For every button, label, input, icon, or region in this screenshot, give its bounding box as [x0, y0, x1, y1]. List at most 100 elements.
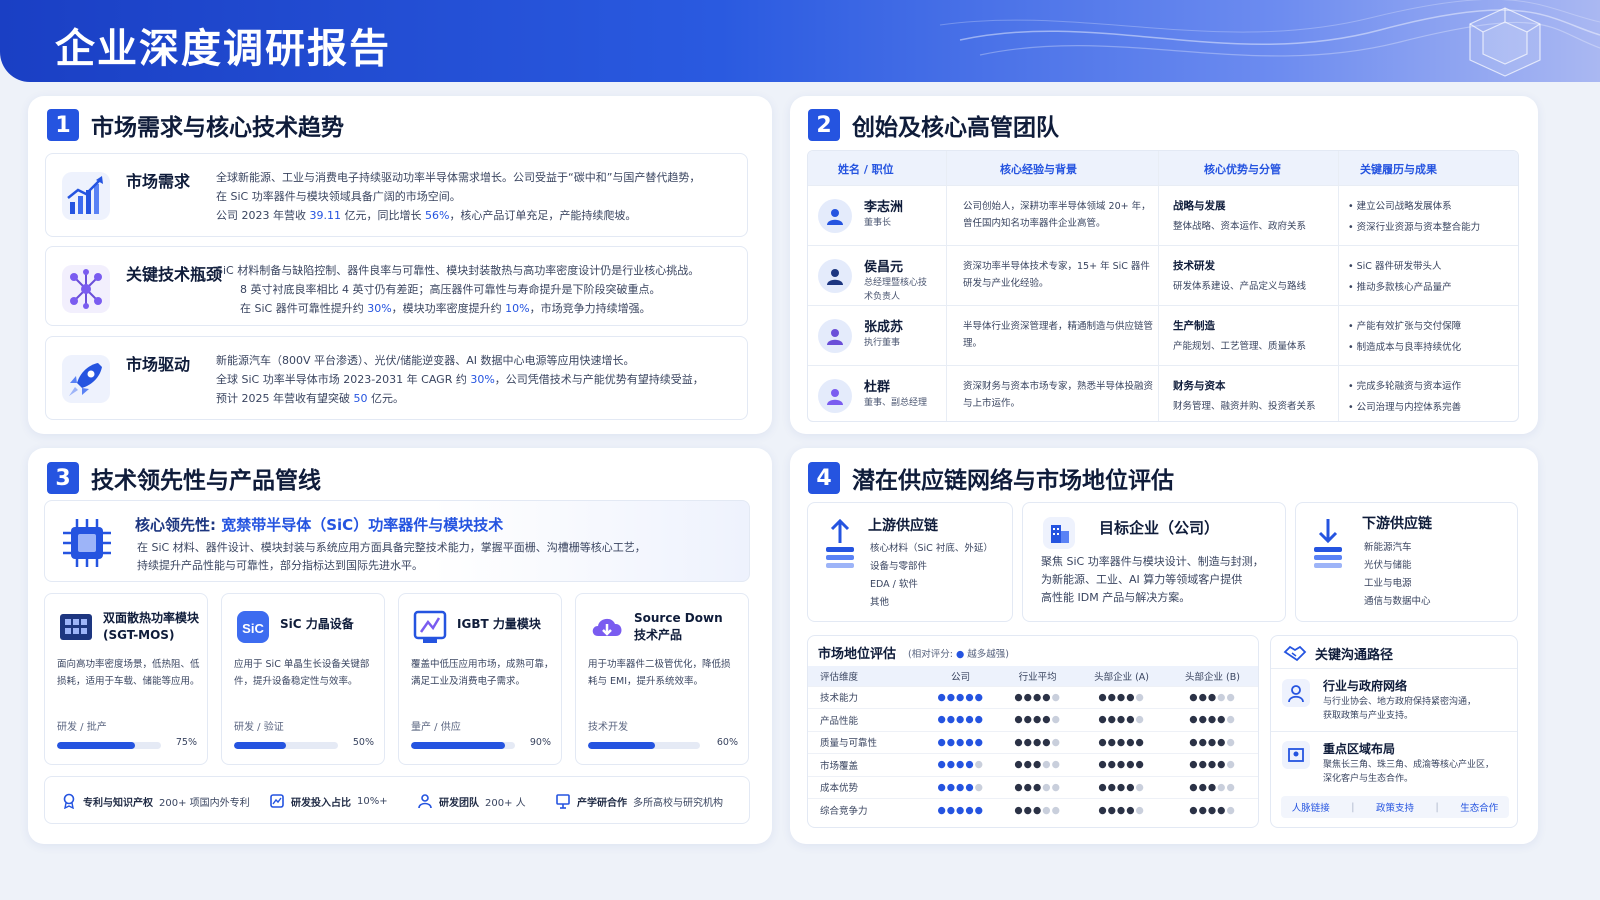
- avatar: [818, 379, 852, 413]
- building-icon: [1043, 517, 1075, 549]
- team-table: 姓名 / 职位 核心经验与背景 核心优势与分管 关键履历与成果 李志洲 董事长 …: [807, 150, 1519, 422]
- market-drivers-title: 市场驱动: [126, 355, 191, 374]
- member-strength: 生产制造 产能规划、工艺管理、质量体系: [1173, 318, 1343, 355]
- desc-line: 全球 SiC 功率半导体市场 2023-2031 年 CAGR 约 30%，公司…: [216, 373, 704, 386]
- team-row: 侯昌元 总经理暨核心技术负责人 资深功率半导体技术专家，15+ 年 SiC 器件…: [808, 245, 1518, 304]
- downstream-item: 光伏与储能: [1364, 560, 1412, 571]
- member-background: 资深功率半导体技术专家，15+ 年 SiC 器件研发与产业化经验。: [963, 261, 1150, 289]
- product-stage: 量产 / 供应: [411, 722, 461, 733]
- rd-stats-bar: 专利与知识产权 200+ 项国内外专利 研发投入占比 10%+ 研发团队 200+ 人…: [44, 776, 750, 824]
- invest-icon: [270, 794, 284, 808]
- score-dots: ●●●●●: [1167, 753, 1258, 776]
- member-milestones: • 建立公司战略发展体系 • 资深行业资源与资本整合能力: [1348, 196, 1518, 238]
- stat-value: 200+ 人: [485, 797, 526, 809]
- product-name: 双面散热功率模块 (SGT-MOS): [103, 611, 200, 642]
- member-role: 董事、副总经理: [864, 398, 928, 408]
- team-row: 李志洲 董事长 公司创始人，深耕功率半导体领域 20+ 年，曾任国内知名功率器件…: [808, 185, 1518, 244]
- comm-tag: 政策支持: [1375, 803, 1414, 814]
- member-background: 公司创始人，深耕功率半导体领域 20+ 年，曾任国内知名功率器件企业高管。: [963, 201, 1151, 229]
- desc-line: 在 SiC 器件可靠性提升约 30%，模块功率密度提升约 10%，市场竞争力持续…: [240, 302, 651, 315]
- downstream-item: 通信与数据中心: [1364, 596, 1431, 607]
- section1-number: 1: [47, 109, 79, 141]
- core-label: 核心领先性:: [135, 516, 216, 534]
- person-icon: [827, 269, 843, 285]
- product-progress-pct: 75%: [175, 737, 197, 748]
- score-dots: ●●●●●: [1076, 775, 1168, 799]
- igbt-icon: [413, 610, 447, 643]
- member-name: 张成苏: [864, 320, 904, 335]
- market-position-table: 评估维度 公司 行业平均 头部企业 (A) 头部企业 (B) 技术能力 ●●●●● ●●●●…: [808, 666, 1258, 821]
- product-card: SiC SiC 力晶设备 应用于 SiC 单晶生长设备关键部件，提升设备稳定性与…: [221, 593, 385, 765]
- member-strength-title: 战略与发展: [1173, 200, 1226, 212]
- score-dots: ●●●●●: [1076, 708, 1168, 731]
- team-row: 张成苏 执行董事 半导体行业资深管理者，精通制造与供应链管理。 生产制造 产能规划…: [808, 305, 1518, 364]
- downstream-list: 新能源汽车 光伏与储能 工业与电源 通信与数据中心: [1364, 539, 1431, 611]
- team-col-background: 核心经验与背景: [1000, 163, 1077, 176]
- table-header-cell: 公司: [922, 666, 1000, 686]
- milestone-item: • SiC 器件研发带头人: [1348, 261, 1442, 272]
- score-dots: ●●●●●: [922, 775, 1000, 799]
- comm-item-desc: 聚焦长三角、珠三角、成渝等核心产业区， 深化客户与生态合作。: [1323, 760, 1495, 784]
- score-dots: ●●●●●: [1076, 730, 1168, 754]
- core-desc: 在 SiC 材料、器件设计、模块封装与系统应用方面具备完整技术能力，掌握平面栅、…: [137, 539, 646, 575]
- market-position-note: (相对评分: ● 越多越强): [908, 649, 1009, 660]
- target-company-card: 目标企业（公司） 聚焦 SiC 功率器件与模块设计、制造与封测， 为新能源、工业…: [1022, 502, 1286, 622]
- member-name: 李志洲: [864, 200, 904, 215]
- product-name: Source Down 技术产品: [634, 611, 723, 642]
- upstream-card: 上游供应链 核心材料（SiC 衬底、外延） 设备与零部件 EDA / 软件 其他: [807, 502, 1013, 622]
- member-role: 执行董事: [864, 338, 901, 348]
- section2-title: 创始及核心高管团队: [852, 115, 1059, 141]
- product-card: 双面散热功率模块 (SGT-MOS) 面向高功率密度场景，低热阻、低损耗，适用于…: [44, 593, 208, 765]
- comm-item-desc: 与行业协会、地方政府保持紧密沟通， 获取政策与产业支持。: [1323, 697, 1477, 721]
- product-desc: 覆盖中低压应用市场，成熟可靠，满足工业及消费电子需求。: [411, 659, 554, 687]
- market-demand-desc: 全球新能源、工业与消费电子持续驱动功率半导体需求增长。公司受益于“碳中和”与国产…: [216, 168, 771, 225]
- member-strength-title: 生产制造: [1173, 320, 1215, 332]
- highlight-number: 50: [353, 392, 368, 405]
- handshake-icon: [1283, 645, 1307, 662]
- milestone-item: • 资深行业资源与资本整合能力: [1348, 222, 1481, 233]
- target-desc: 聚焦 SiC 功率器件与模块设计、制造与封测， 为新能源、工业、AI 算力等领域…: [1041, 553, 1264, 607]
- milestone-item: • 推动多款核心产品量产: [1348, 282, 1452, 293]
- comm-tags: 人脉链接 | 政策支持 | 生态合作: [1281, 796, 1509, 818]
- comm-tag: 生态合作: [1460, 803, 1499, 814]
- product-stage: 研发 / 批产: [57, 722, 107, 733]
- product-progress-pct: 50%: [352, 737, 374, 748]
- team-col-name: 姓名 / 职位: [838, 163, 894, 176]
- dimension-label: 成本优势: [808, 775, 923, 799]
- stat-label: 产学研合作: [577, 797, 627, 809]
- product-stage: 技术开发: [588, 722, 628, 733]
- comm-title: 关键沟通路径: [1315, 648, 1394, 663]
- desc-line: 在 SiC 功率器件与模块领域具备广阔的市场空间。: [216, 190, 461, 203]
- score-dots: ●●●●●: [1167, 775, 1258, 799]
- market-position-title: 市场地位评估: [818, 647, 897, 662]
- score-dots: ●●●●●: [999, 775, 1077, 799]
- desc-line: 预计 2025 年营收有望突破 50 亿元。: [216, 392, 404, 405]
- member-strength-desc: 研发体系建设、产品定义与路线: [1173, 281, 1307, 292]
- score-dots: ●●●●●: [922, 798, 1000, 821]
- award-icon: [63, 793, 75, 809]
- product-desc: 用于功率器件二极管优化，降低损耗与 EMI，提升系统效率。: [588, 659, 731, 687]
- score-dots: ●●●●●: [999, 685, 1077, 709]
- desc-line: 新能源汽车（800V 平台渗透）、光伏/储能逆变器、AI 数据中心电源等应用快速…: [216, 354, 635, 367]
- highlight-number: 10%: [505, 302, 530, 315]
- stat-patents: 专利与知识产权 200+ 项国内外专利: [61, 793, 250, 809]
- section4-header: 4 潜在供应链网络与市场地位评估: [808, 461, 1174, 495]
- comm-item-title: 重点区域布局: [1323, 742, 1396, 756]
- section2-header: 2 创始及核心高管团队: [808, 108, 1059, 142]
- stat-rd-investment: 研发投入占比 10%+: [269, 793, 388, 809]
- stat-value: 200+ 项国内外专利: [159, 797, 250, 809]
- person-icon: [827, 329, 843, 345]
- product-desc: 面向高功率密度场景，低热阻、低损耗，适用于车载、储能等应用。: [57, 659, 200, 687]
- molecule-icon: [62, 265, 110, 313]
- market-drivers-desc: 新能源汽车（800V 平台渗透）、光伏/储能逆变器、AI 数据中心电源等应用快速…: [216, 351, 771, 408]
- downstream-item: 工业与电源: [1364, 578, 1412, 589]
- upload-icon: [826, 518, 854, 568]
- milestone-item: • 产能有效扩张与交付保障: [1348, 321, 1462, 332]
- score-dots: ●●●●●: [999, 708, 1077, 731]
- person-icon: [827, 389, 843, 405]
- progress-fill: [588, 742, 656, 749]
- upstream-list: 核心材料（SiC 衬底、外延） 设备与零部件 EDA / 软件 其他: [870, 540, 993, 612]
- section3-header: 3 技术领先性与产品管线: [47, 461, 321, 495]
- section1-header: 1 市场需求与核心技术趋势: [47, 108, 344, 142]
- member-strength-desc: 整体战略、资本运作、政府关系: [1173, 221, 1307, 232]
